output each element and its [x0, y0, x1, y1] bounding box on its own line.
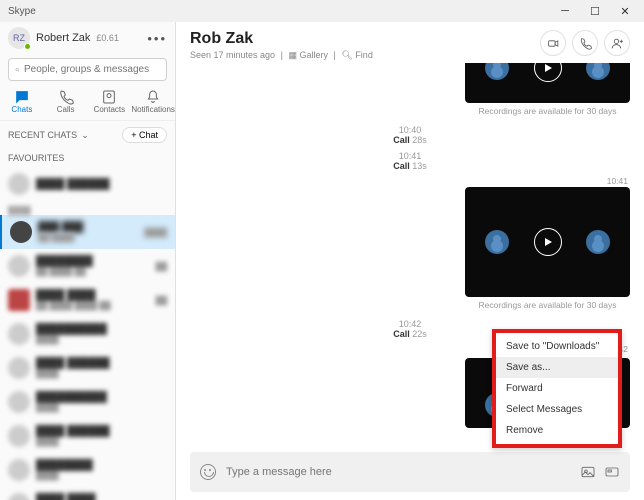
presence-indicator [24, 43, 31, 50]
context-menu: Save to "Downloads" Save as... Forward S… [492, 329, 622, 448]
message-composer [190, 452, 630, 492]
nav-notifications[interactable]: Notifications [133, 89, 173, 114]
participant-avatar [485, 230, 509, 254]
list-item[interactable]: ██████████ ████ ████ [0, 249, 175, 283]
participant-avatar [586, 63, 610, 80]
list-item[interactable]: ████ ██████████ [0, 351, 175, 385]
chat-icon [14, 89, 30, 105]
gallery-icon: ▦ [288, 50, 297, 60]
find-link[interactable]: Find [355, 50, 373, 60]
card-icon [604, 464, 620, 480]
attach-media-button[interactable] [580, 464, 596, 480]
add-participant-button[interactable] [604, 30, 630, 56]
seen-label: Seen 17 minutes ago [190, 50, 275, 60]
sidebar: RZ Robert Zak £0.61 ••• Chats Calls [0, 22, 176, 500]
find-icon: 🔍︎ [341, 50, 352, 60]
recent-chats-header: RECENT CHATS ⌄ + Chat [0, 121, 175, 149]
nav-chats[interactable]: Chats [2, 89, 42, 114]
recording-thumbnail[interactable] [465, 187, 630, 297]
audio-call-button[interactable] [572, 30, 598, 56]
recording-note: Recordings are available for 30 days [465, 297, 630, 316]
phone-icon [579, 37, 592, 50]
chat-contact-name: Rob Zak [190, 30, 540, 48]
recent-chats-label[interactable]: RECENT CHATS [8, 130, 77, 140]
window-titlebar: Skype ─ ☐ ✕ [0, 0, 644, 22]
more-menu-icon[interactable]: ••• [147, 31, 167, 46]
menu-forward[interactable]: Forward [496, 378, 618, 399]
recording-note: Recordings are available for 30 days [465, 103, 630, 122]
list-item[interactable]: ████ ██████ [0, 167, 175, 201]
list-item[interactable]: ████ ████████ [0, 487, 175, 500]
gallery-link[interactable]: Gallery [299, 50, 328, 60]
menu-select-messages[interactable]: Select Messages [496, 399, 618, 420]
attach-file-button[interactable] [604, 464, 620, 480]
window-minimize[interactable]: ─ [550, 0, 580, 22]
message-timestamp: 10:41 [607, 174, 630, 187]
video-call-button[interactable] [540, 30, 566, 56]
list-item[interactable]: ████ ██████ ████ ████ ████ [0, 283, 175, 317]
user-name: Robert Zak [36, 32, 90, 44]
nav-tabs: Chats Calls Contacts Notifications [0, 85, 175, 121]
user-avatar: RZ [8, 27, 30, 49]
list-item[interactable]: ████████████ [0, 453, 175, 487]
user-initials: RZ [13, 33, 25, 43]
play-button[interactable] [534, 63, 562, 82]
current-user-row[interactable]: RZ Robert Zak £0.61 ••• [0, 22, 175, 54]
menu-save-downloads[interactable]: Save to "Downloads" [496, 336, 618, 357]
video-icon [547, 37, 560, 50]
chat-header: Rob Zak Seen 17 minutes ago | ▦ Gallery … [176, 22, 644, 63]
window-title: Skype [4, 6, 550, 17]
list-item[interactable]: ██████████████ [0, 317, 175, 351]
contacts-icon [101, 89, 117, 105]
chat-list[interactable]: ████ ██████ ████ ███ █████ ████████ ████… [0, 167, 175, 500]
participant-avatar [485, 63, 509, 80]
phone-icon [58, 89, 74, 105]
chevron-down-icon[interactable]: ⌄ [81, 130, 89, 141]
window-maximize[interactable]: ☐ [580, 0, 610, 22]
window-close[interactable]: ✕ [610, 0, 640, 22]
call-event: 10:41 Call 13s [190, 148, 630, 174]
nav-contacts[interactable]: Contacts [89, 89, 129, 114]
list-item-selected[interactable]: ███ █████ ████████ [0, 215, 175, 249]
search-container [0, 54, 175, 85]
list-item[interactable]: ████ ██████████ [0, 419, 175, 453]
play-button[interactable] [534, 228, 562, 256]
image-icon [580, 464, 596, 480]
participant-avatar [586, 230, 610, 254]
chat-main: Rob Zak Seen 17 minutes ago | ▦ Gallery … [176, 22, 644, 500]
recording-thumbnail[interactable] [465, 63, 630, 103]
favourites-label: FAVOURITES [0, 149, 175, 167]
user-credit: £0.61 [96, 33, 119, 43]
chat-meta: Seen 17 minutes ago | ▦ Gallery | 🔍︎ Fin… [190, 50, 540, 61]
emoji-button[interactable] [200, 464, 216, 480]
new-chat-button[interactable]: + Chat [122, 127, 167, 143]
search-input[interactable] [20, 61, 160, 78]
bell-icon [145, 89, 161, 105]
call-event: 10:40 Call 28s [190, 122, 630, 148]
add-person-icon [611, 37, 624, 50]
nav-calls[interactable]: Calls [46, 89, 86, 114]
message-input[interactable] [226, 466, 580, 478]
list-item[interactable]: ██████████████ [0, 385, 175, 419]
menu-save-as[interactable]: Save as... [496, 357, 618, 378]
menu-remove[interactable]: Remove [496, 420, 618, 441]
